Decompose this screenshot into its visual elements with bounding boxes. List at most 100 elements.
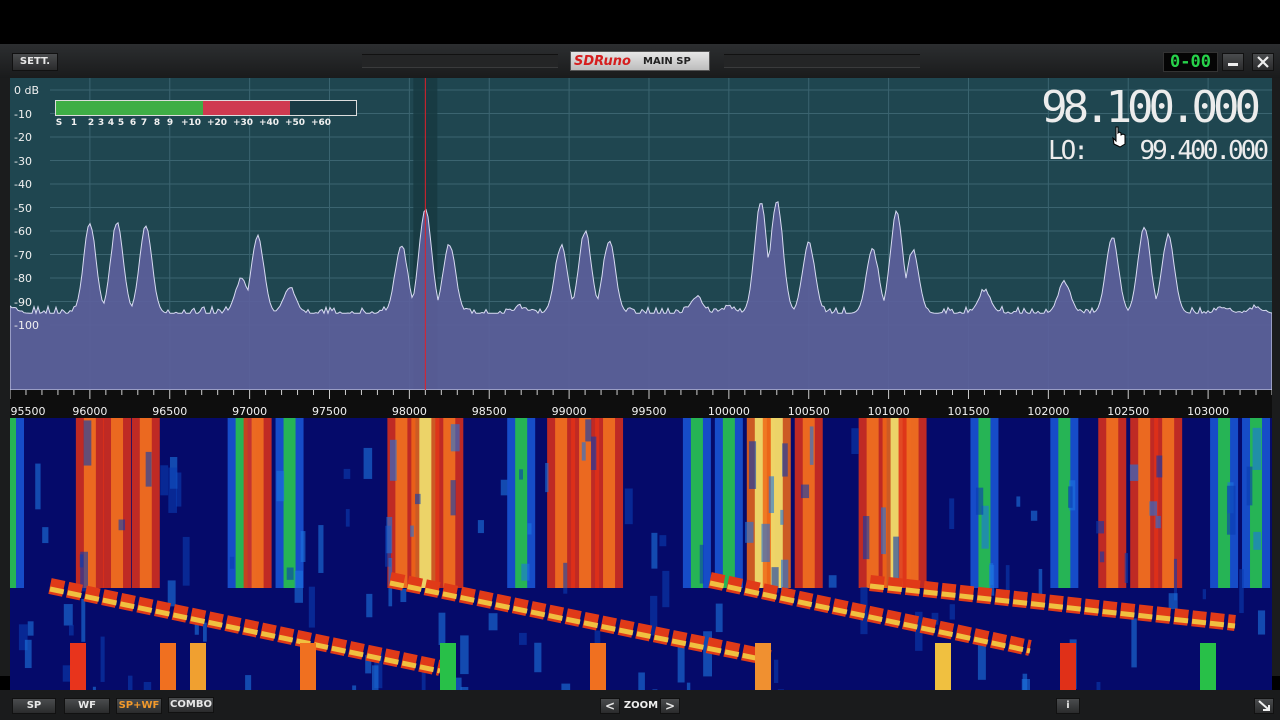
db-label: -50	[14, 201, 32, 215]
s-meter-scale-label: 3	[97, 118, 105, 128]
waterfall-noise	[371, 665, 379, 690]
waterfall-lower-streak	[160, 643, 176, 690]
waterfall-lower-streak	[300, 643, 316, 690]
waterfall-panel[interactable]	[10, 418, 1272, 690]
settings-button[interactable]: SETT.	[12, 53, 58, 71]
waterfall-noise	[862, 516, 870, 560]
waterfall-noise	[809, 426, 814, 465]
waterfall-lower-streak	[440, 643, 456, 690]
sdruno-main-window: SETT. SDRuno MAIN SP 0-00 0 dB -10 -20 -30 -…	[0, 44, 1280, 720]
waterfall-noise	[624, 488, 633, 525]
s-meter-scale-label: 6	[129, 118, 137, 128]
waterfall-noise	[1124, 553, 1129, 583]
frequency-tick-label: 96500	[152, 405, 188, 418]
waterfall-noise	[519, 469, 523, 480]
frequency-tick-label: 101500	[947, 405, 990, 418]
waterfall-noise	[345, 509, 350, 527]
waterfall-noise	[1016, 496, 1021, 507]
frequency-tick-label: 98000	[391, 405, 427, 418]
waterfall-noise	[893, 536, 900, 580]
frequency-tick-label: 99000	[551, 405, 587, 418]
waterfall-streak-core	[419, 418, 432, 588]
waterfall-noise	[118, 519, 126, 531]
sp-button[interactable]: SP	[12, 698, 56, 714]
wf-button[interactable]: WF	[64, 698, 110, 714]
s-meter-green	[56, 101, 203, 115]
waterfall-lower-streak	[1200, 643, 1216, 690]
sp-wf-button[interactable]: SP+WF	[116, 698, 162, 714]
lo-value[interactable]: 99.400.000	[1139, 136, 1269, 166]
waterfall-noise	[659, 535, 667, 547]
db-label: -60	[14, 225, 32, 238]
waterfall-streak-core	[866, 418, 879, 588]
waterfall-noise	[1226, 485, 1236, 535]
waterfall-noise	[35, 463, 41, 510]
waterfall-streak-core	[1162, 418, 1175, 588]
waterfall-noise	[1257, 610, 1266, 635]
waterfall-streak-core	[251, 418, 264, 588]
waterfall-noise	[1252, 427, 1262, 470]
waterfall-noise	[286, 567, 294, 580]
info-button[interactable]: i	[1056, 698, 1080, 714]
resize-arrow-icon	[1258, 700, 1270, 711]
frequency-axis-ticks	[10, 390, 1272, 399]
db-label: -70	[14, 248, 32, 262]
s-meter-scale-label: 8	[153, 118, 161, 128]
waterfall-noise	[828, 575, 837, 588]
waterfall-noise	[42, 527, 49, 544]
waterfall-noise	[128, 675, 133, 690]
waterfall-noise	[1021, 678, 1031, 690]
waterfall-noise	[318, 525, 324, 573]
zoom-out-button[interactable]: <	[600, 698, 620, 714]
waterfall-streak-core	[111, 418, 124, 588]
waterfall-graph[interactable]	[10, 418, 1272, 690]
waterfall-lower-streak	[70, 643, 86, 690]
minimize-button[interactable]	[1222, 53, 1244, 71]
waterfall-noise	[415, 493, 421, 505]
waterfall-noise	[477, 520, 484, 534]
waterfall-noise	[534, 642, 542, 673]
s-meter-scale-label: 5	[117, 118, 125, 128]
db-label: -40	[14, 178, 32, 191]
s-meter-scale-label: 1	[70, 118, 78, 128]
frequency-tick-label: 96000	[72, 405, 108, 418]
waterfall-noise	[229, 556, 235, 569]
waterfall-noise	[24, 639, 32, 669]
combo-button[interactable]: COMBO	[168, 697, 214, 713]
waterfall-noise	[1202, 589, 1207, 600]
clock-display: 0-00	[1163, 52, 1218, 72]
spectrum-panel[interactable]: 0 dB -10 -20 -30 -40 -50 -60 -70 -80 -90 -100 S123…	[10, 78, 1272, 390]
db-label: -100	[14, 319, 39, 332]
waterfall-streak-core	[283, 418, 296, 588]
s-meter-scale-label: 7	[140, 118, 148, 128]
waterfall-noise	[781, 559, 789, 592]
close-button[interactable]	[1252, 53, 1274, 71]
frequency-tick-label: 95500	[10, 405, 46, 418]
waterfall-noise	[81, 598, 86, 642]
waterfall-noise	[500, 479, 508, 496]
waterfall-noise	[1156, 455, 1163, 478]
frequency-tick-label: 100000	[707, 405, 750, 418]
waterfall-noise	[782, 443, 788, 477]
waterfall-noise	[294, 570, 303, 603]
waterfall-streak-core	[603, 418, 616, 588]
frequency-display[interactable]: 98.100.000	[1041, 86, 1261, 130]
bottom-toolbar: SP WF SP+WF COMBO < ZOOM > i	[0, 690, 1280, 720]
waterfall-noise	[488, 613, 498, 631]
waterfall-lower-streak	[935, 643, 951, 690]
waterfall-noise	[1099, 551, 1105, 563]
waterfall-noise	[745, 521, 754, 543]
resize-button[interactable]	[1254, 698, 1274, 714]
waterfall-noise	[168, 467, 178, 513]
s-meter-scale-label: +50	[284, 118, 306, 128]
zoom-in-button[interactable]: >	[660, 698, 680, 714]
waterfall-streak-core	[395, 418, 408, 588]
s-meter-scale-label: 4	[107, 118, 115, 128]
waterfall-noise	[182, 536, 190, 586]
waterfall-noise	[699, 544, 704, 584]
title-bar[interactable]: SETT. SDRuno MAIN SP 0-00	[0, 44, 1280, 78]
waterfall-noise	[662, 570, 670, 608]
frequency-axis[interactable]: 95500 96000 96500 97000 97500 98000 98500 99000…	[10, 390, 1272, 418]
waterfall-lower-streak	[190, 643, 206, 690]
waterfall-streak-core	[1138, 418, 1151, 588]
